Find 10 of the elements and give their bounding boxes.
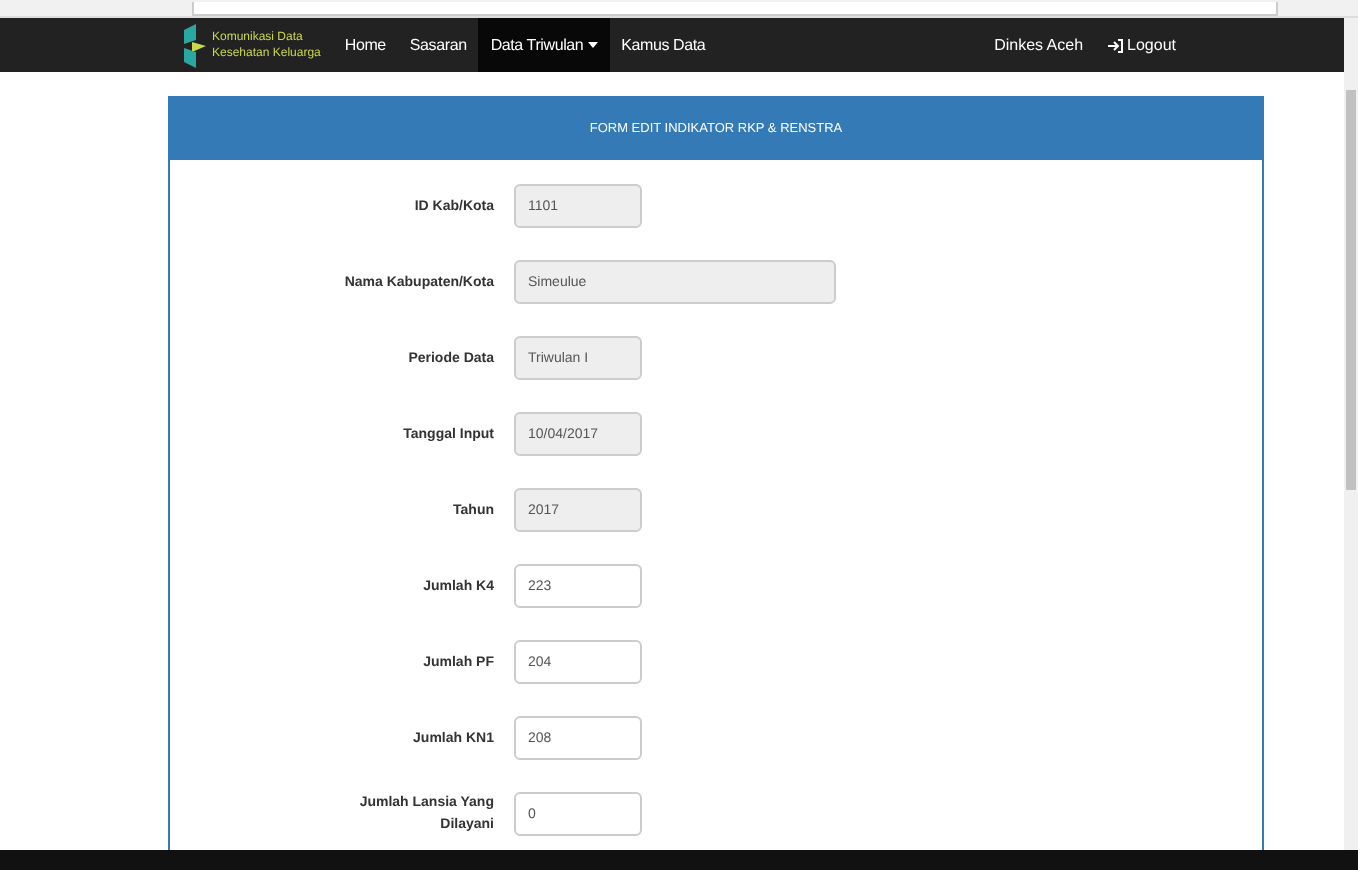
logout-link[interactable]: Logout bbox=[1107, 18, 1344, 72]
nav-link[interactable]: Sasaran bbox=[397, 18, 479, 72]
scrollbar-thumb[interactable] bbox=[1346, 90, 1356, 490]
logout-icon bbox=[1107, 37, 1124, 53]
nav-link[interactable]: Kamus Data bbox=[609, 18, 718, 72]
logo-icon bbox=[180, 23, 206, 67]
address-bar[interactable] bbox=[192, 2, 1278, 16]
user-name: Dinkes Aceh bbox=[992, 34, 1086, 58]
nav-link[interactable]: Home bbox=[332, 18, 398, 72]
nav-link[interactable]: Data Triwulan bbox=[478, 18, 610, 72]
